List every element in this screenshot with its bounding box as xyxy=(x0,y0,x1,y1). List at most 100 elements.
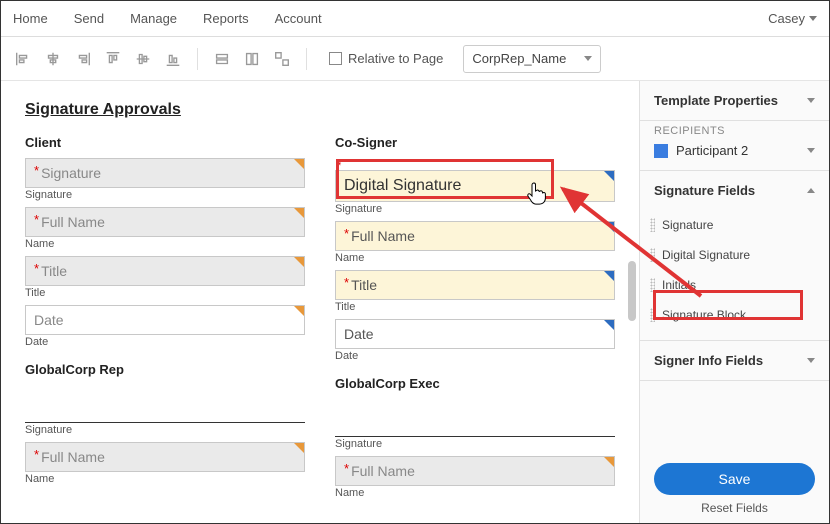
signer-info-fields-header[interactable]: Signer Info Fields xyxy=(640,341,829,380)
nav-account[interactable]: Account xyxy=(275,11,322,26)
chevron-down-icon xyxy=(809,16,817,21)
corner-marker-icon xyxy=(604,171,614,181)
field-label: Date xyxy=(25,336,305,348)
reset-fields-link[interactable]: Reset Fields xyxy=(640,501,829,515)
grip-icon xyxy=(650,248,655,262)
rep-name-field[interactable]: * Full Name xyxy=(25,442,305,472)
sidebar: Template Properties RECIPIENTS Participa… xyxy=(639,81,829,523)
chevron-down-icon xyxy=(807,148,815,153)
required-icon: * xyxy=(34,212,39,227)
corner-marker-icon xyxy=(604,320,614,330)
main: Signature Approvals Client * Signature S… xyxy=(1,81,829,523)
grip-icon xyxy=(650,278,655,292)
nav-reports[interactable]: Reports xyxy=(203,11,249,26)
recipient-selector[interactable]: Participant 2 xyxy=(654,143,815,158)
user-menu[interactable]: Casey xyxy=(768,11,817,26)
required-icon: * xyxy=(344,226,349,241)
corner-marker-icon xyxy=(294,306,304,316)
top-nav: Home Send Manage Reports Account Casey xyxy=(1,1,829,37)
exec-head: GlobalCorp Exec xyxy=(335,376,615,391)
field-label: Date xyxy=(335,350,615,362)
required-icon: * xyxy=(344,275,349,290)
field-initials[interactable]: Initials xyxy=(640,270,829,300)
match-height-icon[interactable] xyxy=(242,49,262,69)
save-button[interactable]: Save xyxy=(654,463,815,495)
exec-name-field[interactable]: * Full Name xyxy=(335,456,615,486)
rep-head: GlobalCorp Rep xyxy=(25,362,305,377)
template-properties-header[interactable]: Template Properties xyxy=(640,81,829,120)
corner-marker-icon xyxy=(294,443,304,453)
toolbar: Relative to Page CorpRep_Name xyxy=(1,37,829,81)
required-icon: * xyxy=(34,261,39,276)
checkbox-icon[interactable] xyxy=(329,52,342,65)
client-column: Client * Signature Signature * Full Name xyxy=(25,135,305,505)
field-signature-block[interactable]: Signature Block xyxy=(640,300,829,330)
field-digital-signature[interactable]: Digital Signature xyxy=(640,240,829,270)
corner-marker-icon xyxy=(604,271,614,281)
relative-to-label: Relative to Page xyxy=(348,51,443,66)
field-label: Name xyxy=(25,238,305,250)
field-label: Signature xyxy=(25,424,305,436)
cosigner-column: Co-Signer * Digital Signature Signature … xyxy=(335,135,615,505)
corner-marker-icon xyxy=(604,222,614,232)
cosigner-name-field[interactable]: * Full Name xyxy=(335,221,615,251)
corner-marker-icon xyxy=(294,208,304,218)
required-icon: * xyxy=(34,447,39,462)
cosigner-head: Co-Signer xyxy=(335,135,615,150)
corner-marker-icon xyxy=(604,457,614,467)
client-date-field[interactable]: Date xyxy=(25,305,305,335)
signature-fields-header[interactable]: Signature Fields xyxy=(640,171,829,210)
client-head: Client xyxy=(25,135,305,150)
align-center-h-icon[interactable] xyxy=(43,49,63,69)
signature-fields-list: Signature Digital Signature Initials Sig… xyxy=(640,210,829,340)
relative-to-page[interactable]: Relative to Page xyxy=(329,51,443,66)
field-signature[interactable]: Signature xyxy=(640,210,829,240)
canvas: Signature Approvals Client * Signature S… xyxy=(1,81,639,523)
match-width-icon[interactable] xyxy=(212,49,232,69)
signature-line xyxy=(25,401,305,423)
toolbar-separator xyxy=(306,48,307,70)
grip-icon xyxy=(650,308,655,322)
field-name-dropdown[interactable]: CorpRep_Name xyxy=(463,45,601,73)
corner-marker-icon xyxy=(294,257,304,267)
required-icon: * xyxy=(344,461,349,476)
chevron-down-icon xyxy=(584,56,592,61)
scrollbar-thumb[interactable] xyxy=(628,261,636,321)
nav-manage[interactable]: Manage xyxy=(130,11,177,26)
cosigner-title-field[interactable]: * Title xyxy=(335,270,615,300)
chevron-down-icon xyxy=(807,98,815,103)
toolbar-separator xyxy=(197,48,198,70)
recipients-label: RECIPIENTS xyxy=(654,125,815,137)
chevron-down-icon xyxy=(807,358,815,363)
field-label: Signature xyxy=(335,438,615,450)
align-top-icon[interactable] xyxy=(103,49,123,69)
nav-home[interactable]: Home xyxy=(13,11,48,26)
align-bottom-icon[interactable] xyxy=(163,49,183,69)
field-label: Name xyxy=(335,252,615,264)
page-title: Signature Approvals xyxy=(25,101,615,119)
field-label: Name xyxy=(25,473,305,485)
field-label: Signature xyxy=(25,189,305,201)
field-label: Title xyxy=(25,287,305,299)
match-size-icon[interactable] xyxy=(272,49,292,69)
client-signature-field[interactable]: * Signature xyxy=(25,158,305,188)
recipient-color-icon xyxy=(654,144,668,158)
user-name: Casey xyxy=(768,11,805,26)
align-right-icon[interactable] xyxy=(73,49,93,69)
client-title-field[interactable]: * Title xyxy=(25,256,305,286)
corner-marker-icon xyxy=(294,159,304,169)
field-label: Name xyxy=(335,487,615,499)
align-middle-v-icon[interactable] xyxy=(133,49,153,69)
chevron-up-icon xyxy=(807,188,815,193)
cosigner-date-field[interactable]: Date xyxy=(335,319,615,349)
align-left-icon[interactable] xyxy=(13,49,33,69)
dropdown-value: CorpRep_Name xyxy=(472,51,566,66)
nav-send[interactable]: Send xyxy=(74,11,104,26)
cosigner-signature-field[interactable]: Digital Signature xyxy=(335,170,615,202)
signature-line xyxy=(335,415,615,437)
grip-icon xyxy=(650,218,655,232)
field-label: Signature xyxy=(335,203,615,215)
field-label: Title xyxy=(335,301,615,313)
client-name-field[interactable]: * Full Name xyxy=(25,207,305,237)
required-icon: * xyxy=(34,163,39,178)
